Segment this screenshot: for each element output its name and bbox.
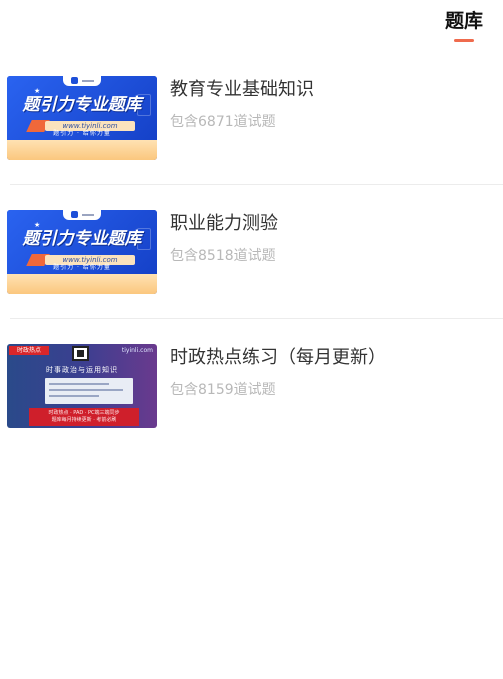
item-title: 职业能力测验	[170, 213, 278, 234]
list-item-current-affairs[interactable]: 时政热点 tiyinli.com 时事政治与运用知识 时政热点 · PAD · …	[0, 320, 503, 454]
tab-question-bank[interactable]: 题库	[443, 8, 485, 42]
brand-logo-icon	[63, 210, 101, 220]
tab-question-bank-label: 题库	[444, 10, 483, 32]
thumbnail-tagline: 题引力 · 给你力量	[53, 264, 111, 271]
item-question-count: 包含6871道试题	[170, 114, 276, 130]
item-question-count: 包含8518道试题	[170, 248, 276, 264]
thumbnail-site: tiyinli.com	[121, 347, 153, 354]
list-item-career-ability[interactable]: ★ 题引力专业题库 www.tiyinli.com 题引力 · 给你力量 职业能…	[0, 186, 503, 320]
item-question-count: 包含8159道试题	[170, 382, 276, 398]
screen-preview-icon	[45, 378, 133, 404]
item-title: 时政热点练习（每月更新）	[170, 347, 386, 368]
thumbnail-tagline: 题引力 · 给你力量	[53, 130, 111, 137]
active-tab-indicator	[454, 39, 474, 42]
list-item-edu-basics[interactable]: ★ 题引力专业题库 www.tiyinli.com 题引力 · 给你力量 教育专…	[0, 52, 503, 186]
thumbnail-headline: 时事政治与运用知识	[46, 366, 118, 374]
item-thumbnail: ★ 题引力专业题库 www.tiyinli.com 题引力 · 给你力量	[7, 76, 157, 160]
thumbnail-banner-title: 题引力专业题库	[22, 229, 142, 249]
item-thumbnail: ★ 题引力专业题库 www.tiyinli.com 题引力 · 给你力量	[7, 210, 157, 294]
thumbnail-promo-box: 时政热点 · PAD · PC端三端同步 题库每月持续更新 · 考前必刷	[29, 408, 139, 426]
divider	[10, 318, 503, 319]
item-title: 教育专业基础知识	[170, 79, 314, 100]
qr-code-icon	[72, 346, 89, 361]
thumbnail-badge: 时政热点	[9, 346, 49, 355]
thumbnail-banner-title: 题引力专业题库	[22, 95, 142, 115]
brand-logo-icon	[63, 76, 101, 86]
item-thumbnail: 时政热点 tiyinli.com 时事政治与运用知识 时政热点 · PAD · …	[7, 344, 157, 428]
divider	[10, 184, 503, 185]
top-bar: 题库	[0, 0, 503, 52]
